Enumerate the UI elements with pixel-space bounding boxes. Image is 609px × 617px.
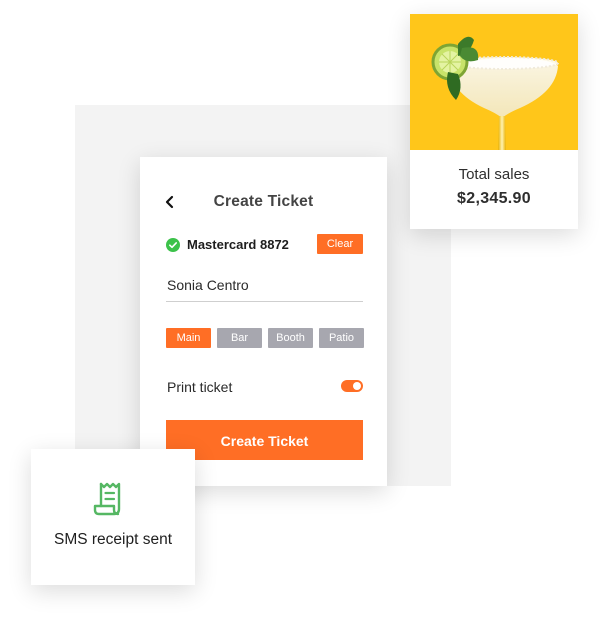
area-tag-patio[interactable]: Patio [319, 328, 364, 348]
margarita-glass-icon [431, 36, 559, 150]
create-ticket-card: Create Ticket Mastercard 8872 Clear Soni… [140, 157, 387, 486]
page-title: Create Ticket [213, 193, 314, 210]
payment-card-row: Mastercard 8872 Clear [166, 234, 363, 255]
margarita-image [410, 14, 578, 150]
total-sales-card: Total sales $2,345.90 [410, 14, 578, 229]
area-tags: Main Bar Booth Patio [166, 328, 364, 348]
area-tag-main[interactable]: Main [166, 328, 211, 348]
total-sales-label: Total sales [458, 166, 530, 183]
customer-name-value: Sonia Centro [167, 277, 249, 293]
area-tag-booth[interactable]: Booth [268, 328, 313, 348]
area-tag-bar[interactable]: Bar [217, 328, 262, 348]
print-ticket-label: Print ticket [167, 379, 233, 395]
payment-card-label: Mastercard 8872 [187, 237, 289, 252]
toggle-knob [353, 382, 361, 390]
clear-button[interactable]: Clear [317, 234, 363, 254]
total-sales-value: $2,345.90 [457, 190, 531, 207]
chevron-left-icon[interactable] [163, 194, 177, 210]
customer-name-field[interactable]: Sonia Centro [166, 275, 363, 302]
sms-receipt-card: SMS receipt sent [31, 449, 195, 585]
check-circle-icon [166, 238, 180, 252]
sms-receipt-label: SMS receipt sent [53, 531, 173, 548]
print-ticket-toggle[interactable] [341, 380, 363, 392]
create-ticket-button[interactable]: Create Ticket [166, 420, 363, 460]
ticket-header: Create Ticket [140, 191, 387, 215]
print-ticket-row: Print ticket [166, 377, 363, 397]
receipt-icon [93, 482, 121, 516]
